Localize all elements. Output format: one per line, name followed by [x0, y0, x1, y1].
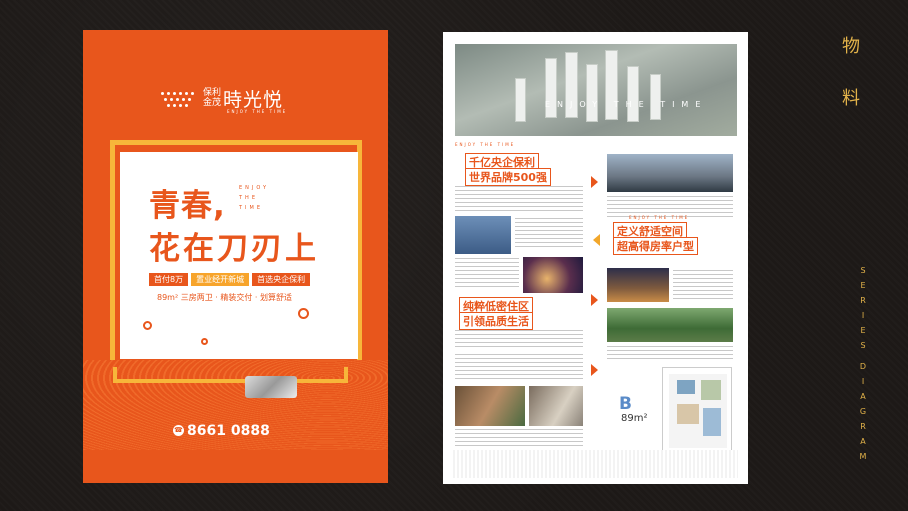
- unit-type-mark: B: [619, 394, 632, 414]
- chevron-right-icon: [591, 364, 598, 376]
- promo-down-payment: 首付8万: [149, 273, 189, 286]
- yellow-frame-bottom: [113, 367, 348, 383]
- promo-soe: 首选央企保利: [252, 273, 311, 286]
- chevron-right-icon: [591, 176, 598, 188]
- photo-night-road: [523, 257, 583, 293]
- dots-icon: [161, 88, 199, 108]
- label-letter: M: [859, 452, 867, 461]
- fine-print: [141, 458, 371, 474]
- headline-line-2: 花在刀刃上: [149, 231, 319, 267]
- enjoy-vertical: ENJOY THE TIME: [239, 185, 270, 211]
- label-letter: D: [859, 362, 867, 371]
- photo-buildings: [607, 154, 733, 192]
- label-letter: G: [859, 407, 867, 416]
- text-block: [607, 346, 733, 362]
- text-block: [455, 330, 583, 350]
- text-block: [455, 186, 583, 212]
- text-block: [455, 429, 583, 447]
- label-letter: I: [861, 311, 865, 320]
- label-cn-1: 物: [842, 36, 860, 57]
- brand-logo: 保利 金茂 時光悦 ENJOY THE TIME: [161, 82, 311, 122]
- photo-service: [529, 386, 583, 426]
- label-letter: R: [860, 296, 866, 305]
- headline-line-1: 青春,: [149, 188, 226, 224]
- label-cn-2: 料: [842, 88, 860, 109]
- heading-1b: 世界品牌500强: [465, 168, 551, 186]
- aerial-photo: ENJOY THE TIME: [455, 44, 737, 136]
- ring-icon: [143, 321, 152, 330]
- label-letter: E: [860, 326, 866, 335]
- spec-line: 89m² 三房两卫 · 精装交付 · 划算舒适: [157, 293, 292, 302]
- label-letter: A: [860, 437, 866, 446]
- text-block: [515, 218, 583, 248]
- label-letter: S: [860, 266, 866, 275]
- floor-plan: [662, 367, 732, 453]
- text-block: [455, 258, 519, 290]
- photo-dusk: [607, 268, 669, 302]
- text-block: [455, 354, 583, 382]
- section-en-1: ENJOY THE TIME: [455, 142, 516, 147]
- footer-strip: [453, 450, 738, 478]
- promo-bar: 首付8万 置业经开新城 首选央企保利: [149, 273, 311, 286]
- phone-number: 8661 0888: [187, 423, 270, 439]
- photo-city: [455, 216, 511, 254]
- chevron-right-icon: [591, 294, 598, 306]
- label-letter: E: [860, 281, 866, 290]
- heading-2b: 超高得房率户型: [613, 237, 698, 255]
- chevron-left-icon: [593, 234, 600, 246]
- brand-name-small: 保利 金茂: [203, 88, 222, 108]
- phone-icon: ☎: [173, 425, 184, 436]
- ring-icon: [201, 338, 208, 345]
- ring-icon: [298, 308, 309, 319]
- promo-new-town: 置业经开新城: [191, 273, 250, 286]
- unit-area: 89m²: [621, 413, 648, 424]
- brand-name-large: 時光悦: [223, 89, 284, 111]
- heading-3b: 引领品质生活: [459, 312, 533, 330]
- label-series-diagram: SERIESDIAGRAM: [858, 266, 868, 462]
- poster-left: 保利 金茂 時光悦 ENJOY THE TIME 青春, ENJOY THE T…: [83, 30, 388, 483]
- label-letter: A: [860, 392, 866, 401]
- photo-garden: [607, 308, 733, 342]
- poster-right: ENJOY THE TIME ENJOY THE TIME 千亿央企保利 世界品…: [443, 32, 748, 484]
- section-en-2: ENJOY THE TIME: [629, 215, 690, 220]
- wave-ribbon-image: [245, 376, 297, 398]
- text-block: [673, 270, 733, 302]
- label-letter: R: [860, 422, 866, 431]
- label-letter: S: [860, 341, 866, 350]
- aerial-caption: ENJOY THE TIME: [545, 100, 708, 109]
- label-letter: I: [861, 377, 865, 386]
- brand-tagline: ENJOY THE TIME: [227, 109, 288, 114]
- photo-family: [455, 386, 525, 426]
